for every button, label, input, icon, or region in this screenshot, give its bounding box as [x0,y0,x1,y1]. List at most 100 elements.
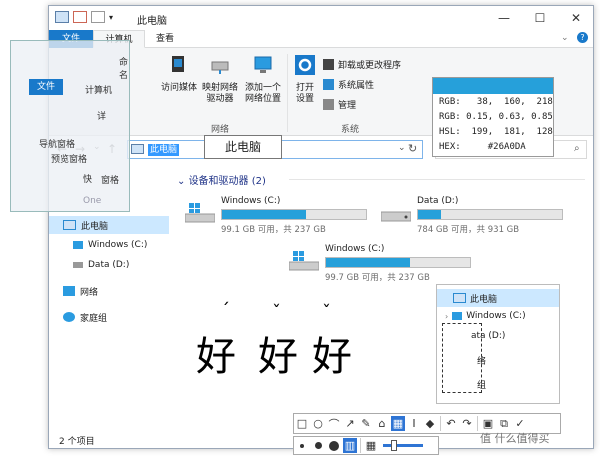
brush-small-icon[interactable] [295,438,309,453]
watermark: 值 什么值得买 [480,432,550,445]
eraser-tool-icon[interactable]: ◆ [423,416,437,431]
tone-mark-rising: ˊ [221,300,230,321]
ribbon-tabs: 文件 计算机 查看 ⌄ ? [49,30,593,48]
manage-button[interactable]: 管理 [323,98,356,111]
group-system-label: 系统 [341,125,360,135]
rectangle-tool-icon[interactable]: □ [295,416,309,431]
drive-tile[interactable]: Data (D:) 784 GB 可用，共 931 GB [379,196,579,240]
system-properties-button[interactable]: 系统属性 [323,78,374,91]
drive-info: 99.7 GB 可用，共 237 GB [325,273,430,283]
collapse-ribbon-icon[interactable]: ⌄ [561,33,569,43]
network-drive-icon [211,61,229,74]
slider-handle[interactable] [391,440,397,451]
mosaic-tool-icon[interactable]: ▦ [391,416,405,431]
drive-usage-fill [418,210,442,219]
check-icon [323,79,334,90]
access-media-button[interactable]: 访问媒体 [161,54,197,94]
properties-icon[interactable] [73,11,87,23]
computer-icon [63,220,76,230]
drive-info: 99.1 GB 可用，共 237 GB [221,225,326,235]
redo-icon[interactable]: ↷ [460,416,474,431]
network-icon [63,286,75,296]
windows-drive-icon [185,203,215,223]
manage-label: 管理 [338,101,357,111]
save-icon[interactable]: ▣ [481,416,495,431]
sidebar-item-homegroup[interactable]: 家庭组 [49,308,169,326]
ghost-onedrive: One [83,196,102,206]
ghost-rename: 命名 [119,58,129,81]
sidebar-item-data-d[interactable]: Data (D:) [49,256,169,274]
map-drive-label-2: 驱动器 [206,94,234,104]
map-drive-label-1: 映射网络 [201,83,238,93]
intensity-slider[interactable] [383,440,423,451]
sidebar-item-network[interactable]: 网络 [49,282,169,300]
ghost-details: 详 [97,112,107,122]
brush-options-toolbar: ▥ ▦ [293,436,439,455]
title-bar: ▾ 此电脑 — ☐ ✕ [49,6,593,30]
ghost-tab-computer: 计算机 [85,86,113,96]
pencil-tool-icon[interactable]: ✎ [359,416,373,431]
manage-icon [323,99,334,110]
undo-icon[interactable]: ↶ [444,416,458,431]
computer-icon [131,144,144,154]
color-picker-popup: RGB: 38, 160, 218 RGB: 0.15, 0.63, 0.85 … [432,77,554,157]
help-icon[interactable]: ? [577,32,588,43]
brush-large-icon[interactable] [327,438,341,453]
add-network-location-button[interactable]: 添加一个 网络位置 [243,54,283,105]
open-settings-label-1: 打开 [295,83,314,93]
refresh-icon[interactable]: ↻ [408,142,417,155]
status-bar-count: 2 个项目 [59,437,95,447]
computer-icon [453,293,466,303]
qat-dropdown-icon[interactable]: ▾ [109,13,113,22]
sidebar-item-windows-c[interactable]: Windows (C:) [49,236,169,254]
confirm-check-icon[interactable]: ✓ [513,416,527,431]
drive-icon [73,262,83,268]
marker-tool-icon[interactable]: ⌂ [375,416,389,431]
tab-view[interactable]: 查看 [147,30,183,48]
drive-icon [381,211,411,222]
new-folder-icon[interactable] [91,11,105,23]
system-properties-label: 系统属性 [338,81,375,91]
copy-icon[interactable]: ⧉ [497,416,511,431]
add-location-label-1: 添加一个 [244,83,281,93]
ellipse-tool-icon[interactable]: ○ [311,416,325,431]
close-button[interactable]: ✕ [561,8,591,28]
section-divider [289,179,585,180]
section-title: 设备和驱动器 (2) [188,176,266,187]
mosaic-pattern-icon[interactable]: ▥ [343,438,357,453]
hanzi-character: 好 [196,334,236,380]
grid-size-icon[interactable]: ▦ [364,438,378,453]
uninstall-label: 卸载或更改程序 [338,61,402,71]
ghost-ribbon-panel: 文件 计算机 详 命名 导航窗格 预览窗格 快 One 窗格 [10,40,130,212]
search-icon[interactable]: ⌕ [574,143,580,154]
address-dropdown-icon[interactable]: ⌄ [398,143,406,153]
maximize-button[interactable]: ☐ [525,8,555,28]
section-header[interactable]: ⌄ 设备和驱动器 (2) [177,172,266,187]
ghost-nav-pane: 导航窗格 [39,140,76,150]
uninstall-button[interactable]: 卸载或更改程序 [323,58,401,71]
drive-name: Windows (C:) [221,196,281,206]
windows-drive-icon [452,312,463,320]
address-tooltip: 此电脑 [204,135,282,159]
map-drive-button[interactable]: 映射网络 驱动器 [201,54,239,105]
drive-usage-bar [325,257,471,268]
minimize-button[interactable]: — [489,8,519,28]
selection-rectangle[interactable] [442,323,482,393]
tree-item-this-pc[interactable]: 此电脑 [437,289,559,307]
picker-hsl: HSL: 199, 181, 128 [439,127,553,137]
tone-mark-dipping: ˇ [272,302,281,323]
sidebar-item-this-pc[interactable]: 此电脑 [49,216,169,234]
polyline-tool-icon[interactable]: ⌒ [327,416,341,431]
add-location-icon [254,56,272,73]
open-settings-button[interactable]: 打开 设置 [291,54,319,105]
drive-name: Data (D:) [417,196,459,206]
color-swatch [433,78,553,94]
arrow-tool-icon[interactable]: ↗ [343,416,357,431]
media-icon [172,56,184,72]
drive-tile[interactable]: Windows (C:) 99.7 GB 可用，共 237 GB [287,244,487,288]
tone-mark-dipping: ˇ [322,302,331,323]
drive-tile[interactable]: Windows (C:) 99.1 GB 可用，共 237 GB [183,196,383,240]
brush-medium-icon[interactable] [311,438,325,453]
picker-hex: HEX: #26A0DA [439,142,526,152]
text-tool-icon[interactable]: I [407,416,421,431]
